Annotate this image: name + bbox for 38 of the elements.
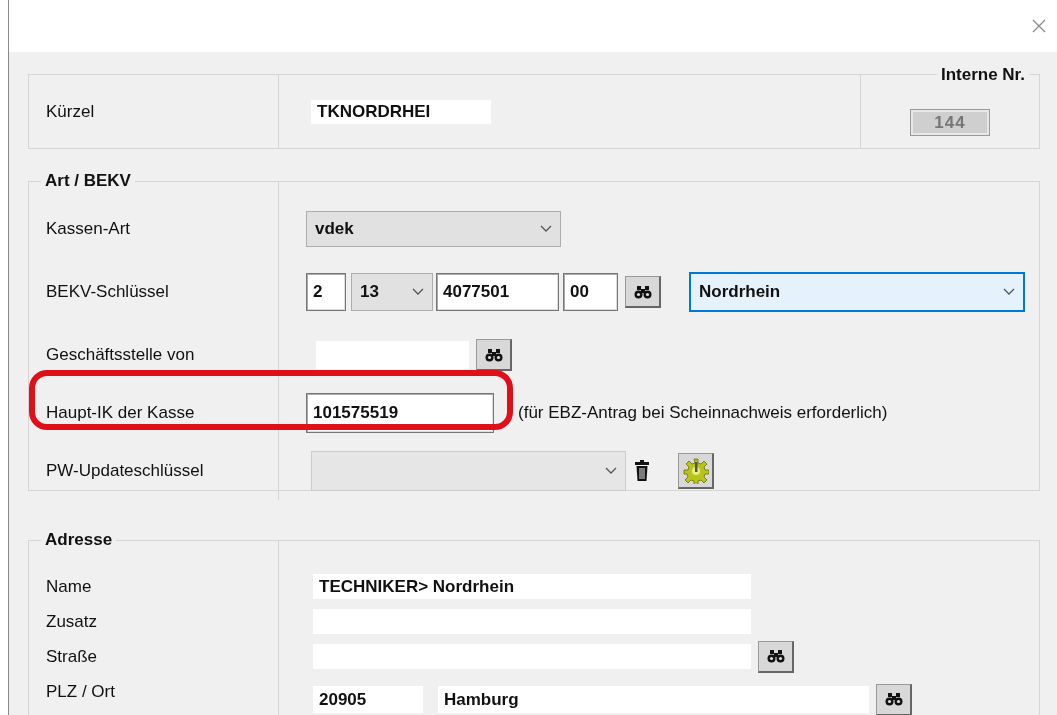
field-label: Kassen-Art <box>46 219 131 239</box>
text-field[interactable]: 4077501 <box>436 273 559 311</box>
field-label: Straße <box>46 646 98 667</box>
field-label: Name <box>46 576 92 597</box>
binoculars-icon <box>633 284 652 299</box>
chevron-icon <box>412 288 424 296</box>
close-icon[interactable] <box>1031 18 1047 34</box>
text-field[interactable]: TKNORDRHEI <box>311 99 491 124</box>
dropdown[interactable]: 13 <box>351 273 433 311</box>
text-field[interactable]: 2 <box>306 273 346 311</box>
chevron-icon <box>605 467 617 475</box>
search-button[interactable] <box>476 339 512 371</box>
gear-button[interactable] <box>678 453 714 489</box>
text-field[interactable] <box>316 341 469 369</box>
field-label: Haupt-IK der Kasse <box>46 403 195 423</box>
text-field[interactable]: TECHNIKER> Nordrhein <box>313 574 751 599</box>
field-label: Geschäftsstelle von <box>46 345 195 365</box>
text-field[interactable]: 00 <box>563 273 618 311</box>
region-dropdown[interactable]: Nordrhein <box>689 272 1025 312</box>
binoculars-icon <box>766 649 785 663</box>
binoculars-icon <box>484 347 503 362</box>
hint-text: (für EBZ-Antrag bei Scheinnachweis erforderlich) <box>518 403 888 423</box>
dropdown[interactable]: vdek <box>306 211 561 247</box>
chevron-icon <box>540 225 552 233</box>
search-button[interactable] <box>625 276 661 308</box>
gear-icon <box>682 457 709 484</box>
field-label: Kürzel <box>46 101 95 122</box>
field-label: PW-Updateschlüssel <box>46 461 204 481</box>
trash-icon[interactable] <box>634 460 650 482</box>
field-label: PLZ / Ort <box>46 681 115 702</box>
search-button[interactable] <box>758 640 794 673</box>
field-label: Zusatz <box>46 611 98 632</box>
text-field[interactable]: Hamburg <box>438 686 869 713</box>
chevron-icon <box>1003 288 1015 296</box>
search-button[interactable] <box>876 683 912 715</box>
text-field[interactable]: 20905 <box>313 686 423 713</box>
field-label: BEKV-Schlüssel <box>46 282 169 302</box>
binoculars-icon <box>884 692 903 706</box>
